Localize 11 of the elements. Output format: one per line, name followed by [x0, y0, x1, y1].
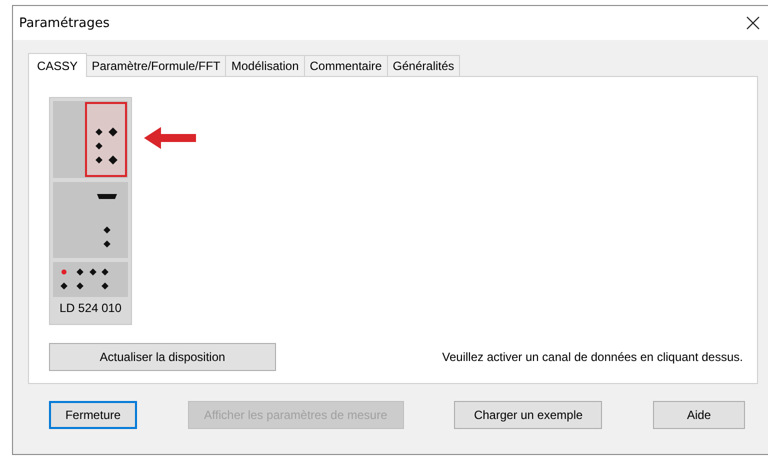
window-title: Paramétrages: [19, 16, 110, 30]
refresh-layout-button[interactable]: Actualiser la disposition: [49, 343, 276, 371]
hint-text: Veuillez activer un canal de données en cliquant dessus.: [442, 350, 743, 364]
tab[interactable]: Généralités: [386, 55, 460, 76]
arrow-icon: [144, 127, 196, 149]
dialog-button[interactable]: Aide: [652, 401, 745, 429]
dialog-button[interactable]: Fermeture: [49, 401, 137, 429]
device-label: LD 524 010: [58, 301, 123, 315]
dialog-button[interactable]: Charger un exemple: [454, 401, 602, 429]
close-icon[interactable]: [746, 16, 760, 30]
tab[interactable]: CASSY: [28, 53, 87, 77]
